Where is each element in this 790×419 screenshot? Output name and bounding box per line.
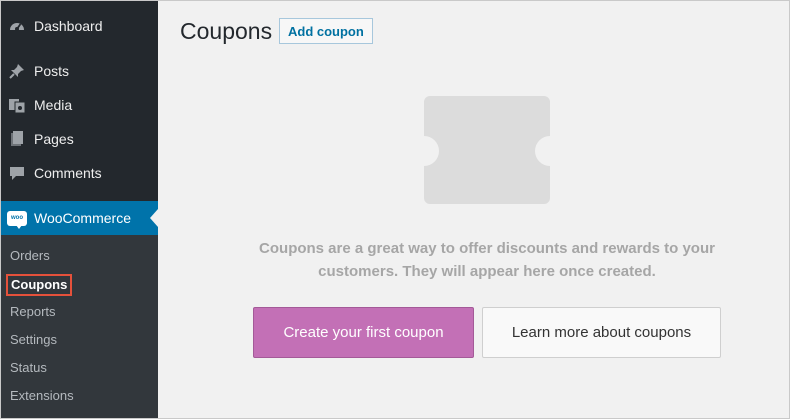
menu-label: Pages — [34, 131, 74, 147]
menu-item-pages[interactable]: Pages — [1, 122, 158, 156]
empty-state-message: Coupons are a great way to offer discoun… — [201, 237, 773, 283]
menu-label: Dashboard — [34, 18, 103, 34]
media-icon — [7, 95, 27, 115]
submenu-item-status[interactable]: Status — [10, 358, 47, 378]
empty-message-line: Coupons are a great way to offer discoun… — [259, 240, 715, 257]
submenu-item-reports[interactable]: Reports — [10, 302, 56, 322]
submenu-item-coupons[interactable]: Coupons — [6, 274, 73, 296]
menu-item-comments[interactable]: Comments — [1, 156, 158, 190]
coupon-ticket-icon — [424, 96, 550, 204]
menu-label: Posts — [34, 63, 70, 79]
dashboard-icon — [7, 16, 27, 36]
submenu-item-settings[interactable]: Settings — [10, 330, 57, 350]
woocommerce-submenu: Orders Coupons Reports Settings Status E… — [1, 235, 158, 418]
menu-item-media[interactable]: Media — [1, 88, 158, 122]
active-menu-arrow — [150, 209, 158, 227]
learn-more-coupons-button[interactable]: Learn more about coupons — [482, 307, 721, 358]
woo-icon: woo — [7, 208, 27, 229]
menu-item-dashboard[interactable]: Dashboard — [1, 9, 158, 43]
create-first-coupon-button[interactable]: Create your first coupon — [253, 307, 474, 358]
menu-label: Media — [34, 97, 73, 113]
page-title: Coupons — [180, 18, 273, 44]
menu-item-woocommerce[interactable]: woo WooCommerce — [1, 201, 158, 235]
app-window: Dashboard Posts Media Pages Comments woo… — [0, 0, 790, 419]
empty-message-line: customers. They will appear here once cr… — [318, 263, 656, 280]
woo-logo: woo — [7, 210, 27, 229]
submenu-item-orders[interactable]: Orders — [10, 246, 50, 266]
comment-icon — [7, 163, 27, 183]
submenu-item-extensions[interactable]: Extensions — [10, 386, 74, 406]
menu-label: Comments — [34, 165, 102, 181]
add-coupon-button[interactable]: Add coupon — [279, 18, 373, 44]
menu-item-posts[interactable]: Posts — [1, 54, 158, 88]
pin-icon — [7, 61, 27, 81]
admin-sidebar: Dashboard Posts Media Pages Comments woo… — [1, 1, 158, 418]
pages-icon — [7, 129, 27, 149]
menu-label: WooCommerce — [34, 210, 131, 226]
